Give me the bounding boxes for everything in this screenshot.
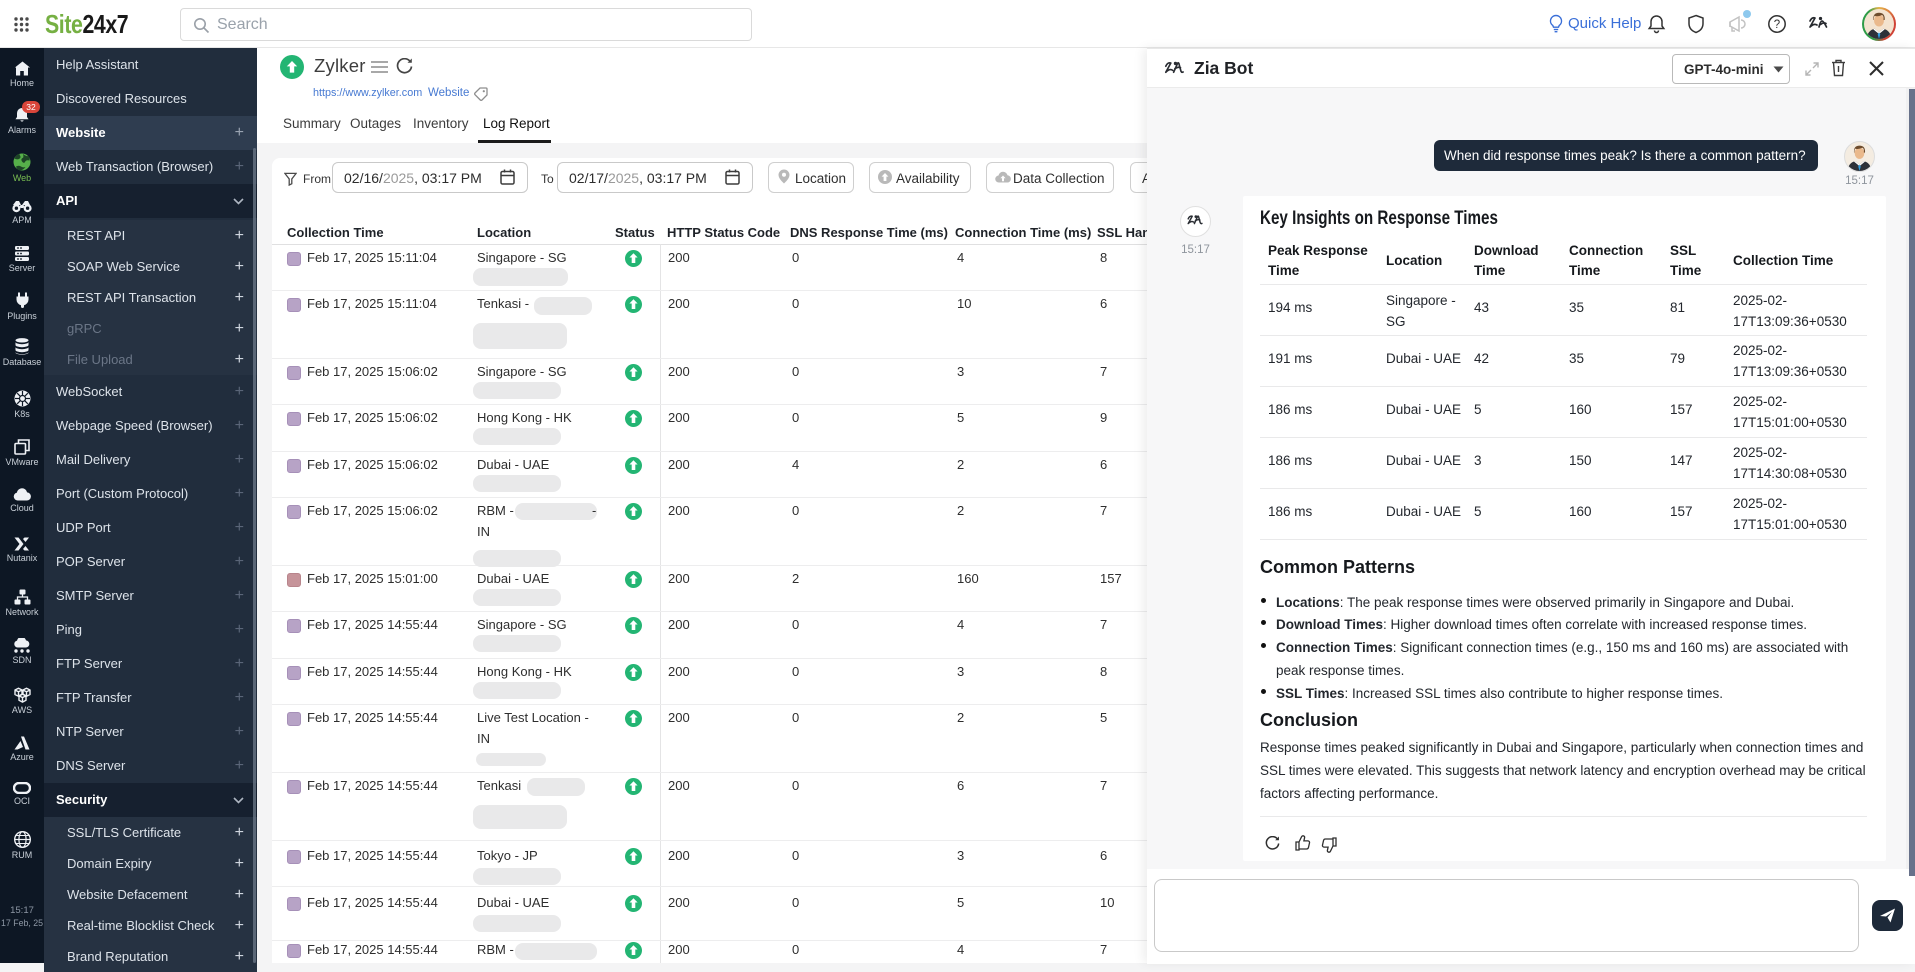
svg-text:?: ? <box>1774 19 1780 31</box>
